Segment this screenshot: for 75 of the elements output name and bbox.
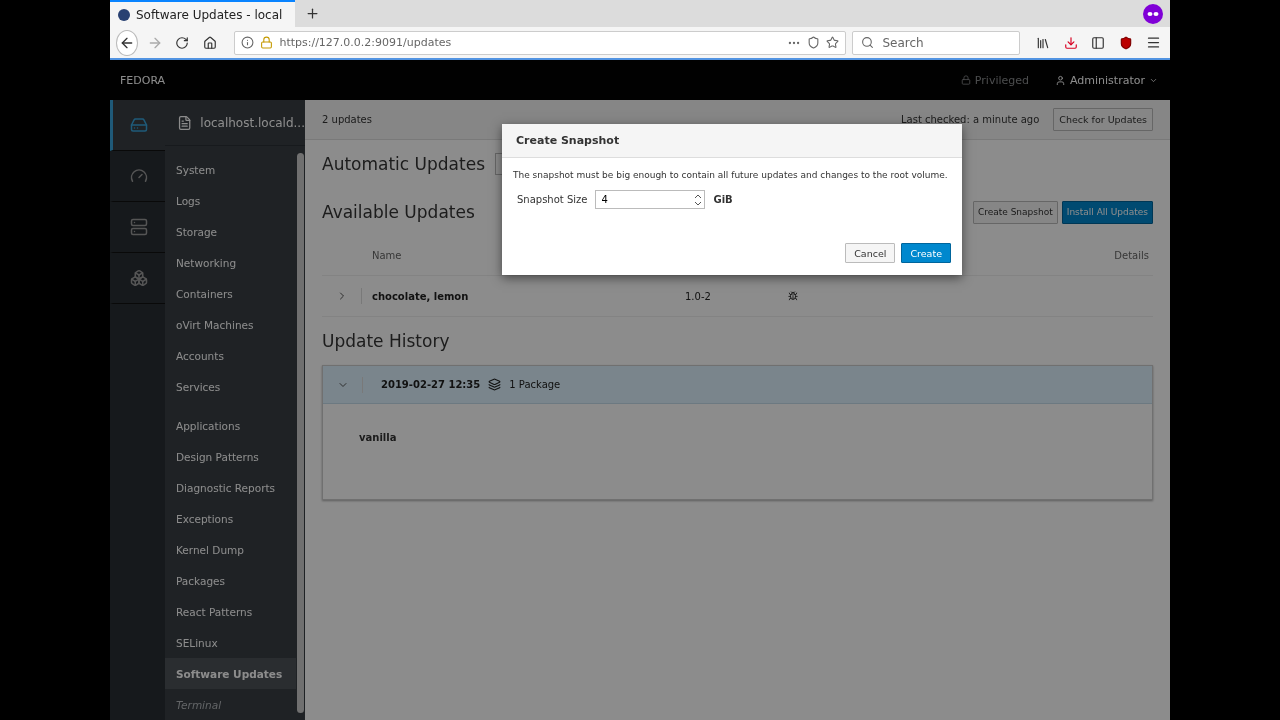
dialog-message: The snapshot must be big enough to contain all future updates and changes to the root volume.	[513, 170, 949, 180]
menu-item[interactable]: Storage	[165, 216, 296, 247]
private-mask-icon[interactable]	[1143, 3, 1163, 24]
section-heading: Available Updates	[322, 202, 475, 222]
menu-item[interactable]: React Patterns	[165, 596, 296, 627]
back-button[interactable]	[116, 29, 138, 56]
menu-item[interactable]: Diagnostic Reports	[165, 472, 296, 503]
create-snapshot-button[interactable]: Create Snapshot	[972, 200, 1058, 224]
address-bar[interactable]: https://127.0.0.2:9091/updates	[234, 30, 847, 55]
column-header: Name	[372, 250, 402, 261]
home-icon[interactable]	[202, 35, 217, 50]
lock-icon	[960, 75, 971, 85]
package-name: vanilla	[359, 432, 398, 443]
last-checked-text: Last checked: a minute ago	[901, 114, 1040, 125]
privileged-label: Privileged	[974, 73, 1029, 87]
version-text: 1.0-2	[685, 290, 712, 302]
snapshot-size-box[interactable]: 4	[595, 190, 706, 209]
check-updates-button[interactable]: Check for Updates	[1053, 108, 1153, 131]
url-text: https://127.0.0.2:9091/updates	[279, 36, 453, 49]
scrollbar[interactable]	[297, 153, 304, 713]
menu-item[interactable]: Kernel Dump	[165, 534, 296, 565]
info-icon[interactable]	[241, 36, 255, 49]
shield-icon[interactable]	[807, 36, 821, 49]
menu-item[interactable]: Networking	[165, 247, 296, 278]
fedora-icon	[118, 8, 130, 21]
create-button[interactable]: Create	[901, 243, 951, 263]
sidebar-icon[interactable]	[1091, 35, 1106, 50]
menu-item[interactable]: Logs	[165, 185, 296, 216]
install-all-button[interactable]: Install All Updates	[1061, 200, 1153, 224]
package-names: chocolate, lemon	[372, 290, 469, 302]
menu-item[interactable]: Terminal	[165, 689, 296, 720]
browser-tab[interactable]: Software Updates - local	[110, 0, 295, 27]
search-icon	[861, 36, 875, 49]
boxes-icon	[130, 269, 148, 287]
dialog-title: Create Snapshot	[502, 124, 962, 158]
field-label: Snapshot Size	[517, 194, 588, 205]
menu-item[interactable]: Packages	[165, 565, 296, 596]
spinner-arrows-icon[interactable]	[694, 192, 703, 207]
menu-item[interactable]: Containers	[165, 278, 296, 309]
menu-item[interactable]: SELinux	[165, 627, 296, 658]
section-heading: Update History	[322, 331, 450, 351]
library-icon[interactable]	[1036, 35, 1051, 50]
snapshot-size-field[interactable]: 4	[601, 192, 682, 207]
history-date: 2019-02-27 12:35	[381, 379, 481, 390]
bookmark-star-icon[interactable]	[826, 36, 840, 49]
shield-icon[interactable]	[1118, 35, 1133, 50]
reload-icon[interactable]	[175, 35, 190, 50]
column-header: Details	[1114, 250, 1149, 261]
search-bar[interactable]: Search	[852, 30, 1021, 55]
menu-item[interactable]: oVirt Machines	[165, 309, 296, 340]
menu-item[interactable]: Exceptions	[165, 503, 296, 534]
updates-count: 2 updates	[322, 114, 372, 125]
menu-icon[interactable]	[1145, 35, 1161, 50]
menu-item[interactable]: Accounts	[165, 340, 296, 371]
host-name[interactable]: localhost.locald...	[200, 115, 305, 130]
search-field[interactable]: Search	[880, 34, 1001, 51]
unit-label: GiB	[713, 194, 733, 205]
menu-item[interactable]: Services	[165, 371, 296, 402]
package-icon	[488, 378, 502, 391]
new-tab-icon[interactable]	[304, 6, 320, 21]
brand-label: FEDORA	[120, 73, 166, 87]
section-heading: Automatic Updates	[322, 154, 485, 174]
user-menu[interactable]: Administrator	[1070, 73, 1145, 87]
bug-icon	[788, 291, 798, 301]
menu-item[interactable]: Design Patterns	[165, 441, 296, 472]
menu-item[interactable]: Applications	[165, 410, 296, 441]
package-count: 1 Package	[509, 379, 561, 390]
menu-item[interactable]: System	[165, 154, 296, 185]
user-icon[interactable]	[1055, 74, 1066, 86]
menu-item[interactable]: Software Updates	[165, 658, 296, 689]
cancel-button[interactable]: Cancel	[845, 243, 896, 263]
history-header[interactable]: 2019-02-27 12:35 1 Package	[323, 366, 1152, 404]
drive-icon	[130, 116, 148, 134]
download-icon[interactable]	[1063, 35, 1078, 50]
gauge-icon	[130, 167, 148, 185]
